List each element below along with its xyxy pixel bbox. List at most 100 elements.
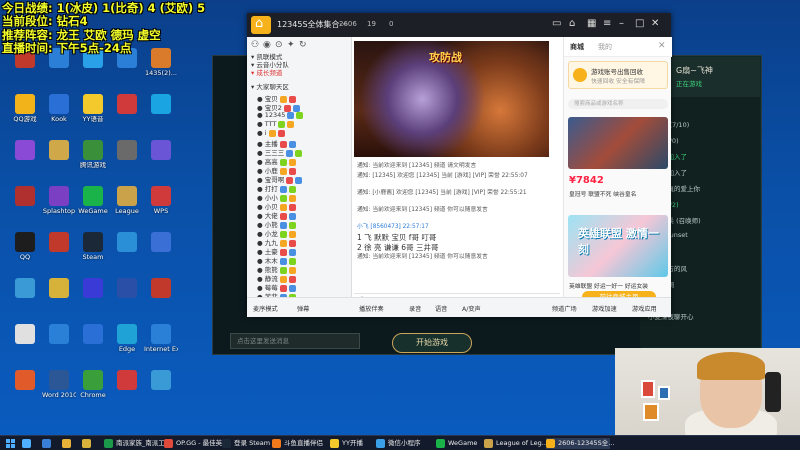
- desktop-app-icon[interactable]: [110, 370, 144, 392]
- video-icon[interactable]: ▭: [552, 18, 561, 29]
- desktop-app-icon[interactable]: [144, 370, 178, 392]
- close-icon[interactable]: ✕: [651, 18, 659, 29]
- channel-user[interactable]: ● 打打: [257, 183, 296, 193]
- account-trade-banner[interactable]: 游戏账号出售回收 快速回收 安全有保障: [568, 61, 668, 89]
- channel-user[interactable]: ● 熊熊: [257, 264, 296, 274]
- channel-user[interactable]: ● 三三三: [257, 147, 303, 157]
- channel-group[interactable]: ▾ 大家聊天区: [251, 81, 289, 91]
- taskbar-app[interactable]: 登录 Steam: [222, 438, 270, 449]
- gift-icon[interactable]: ✦: [287, 40, 295, 50]
- desktop-app-icon[interactable]: [76, 324, 110, 346]
- channel-user[interactable]: ● 土豪: [257, 246, 296, 256]
- desktop-app-icon[interactable]: [8, 324, 42, 346]
- channel-user[interactable]: ● 小龙: [257, 228, 296, 238]
- desktop-app-icon[interactable]: QQ: [8, 232, 42, 261]
- desktop-app-icon[interactable]: QQ游戏: [8, 94, 42, 123]
- toolbar-item[interactable]: 游戏加速: [592, 304, 617, 313]
- start-game-button[interactable]: 开始游戏: [392, 333, 472, 353]
- desktop-app-icon[interactable]: League: [110, 186, 144, 215]
- desktop-app-icon[interactable]: [42, 232, 76, 254]
- taskbar-app[interactable]: WeGame: [436, 438, 482, 449]
- desktop-app-icon[interactable]: [110, 140, 144, 162]
- minimize-icon[interactable]: –: [619, 18, 624, 29]
- desktop-app-icon[interactable]: Chrome: [76, 370, 110, 399]
- home-icon[interactable]: [251, 16, 271, 34]
- taskbar-app[interactable]: 南派家族_南派工...: [104, 438, 171, 449]
- tab-shop[interactable]: 商城: [570, 42, 584, 52]
- channel-user[interactable]: ● 高高: [257, 156, 296, 166]
- windows-start-icon[interactable]: [6, 439, 16, 449]
- promo-banner[interactable]: 英雄联盟 激情一刻: [568, 215, 668, 277]
- toolbar-item[interactable]: 播放伴奏: [359, 304, 384, 313]
- game-icon[interactable]: ▦: [587, 18, 596, 29]
- desktop-app-icon[interactable]: Edge: [110, 324, 144, 353]
- taskbar-app[interactable]: 2606-12345S全...: [546, 438, 614, 449]
- menu-icon[interactable]: ≡: [603, 18, 611, 29]
- channel-user[interactable]: ● i: [257, 129, 285, 138]
- user-icon[interactable]: ⚇: [251, 40, 259, 50]
- home-nav-icon[interactable]: ⌂: [569, 18, 575, 29]
- channel-user[interactable]: ● 木木: [257, 255, 296, 265]
- desktop-app-icon[interactable]: [144, 278, 178, 300]
- refresh-icon[interactable]: ↻: [299, 40, 307, 50]
- toolbar-item[interactable]: 游戏应用: [632, 304, 657, 313]
- desktop-app-icon[interactable]: [110, 278, 144, 300]
- desktop-app-icon[interactable]: [144, 94, 178, 116]
- toolbar-item[interactable]: 录音: [409, 304, 421, 313]
- desktop-app-icon[interactable]: 腾讯游戏: [76, 140, 110, 169]
- taskbar-app[interactable]: OP.GG - 最佳英...: [164, 438, 228, 449]
- channel-user[interactable]: ● 静流: [257, 273, 296, 283]
- desktop-app-icon[interactable]: [8, 278, 42, 300]
- maximize-icon[interactable]: □: [635, 18, 644, 29]
- channel-user[interactable]: ● 宝哥啊: [257, 174, 303, 184]
- toolbar-item[interactable]: 弹幕: [297, 304, 309, 313]
- desktop-app-icon[interactable]: [144, 232, 178, 254]
- desktop-app-icon[interactable]: WPS: [144, 186, 178, 215]
- product-card-image[interactable]: [568, 117, 668, 169]
- toolbar-item[interactable]: 频道广场: [552, 304, 577, 313]
- desktop-app-icon[interactable]: Steam: [76, 232, 110, 261]
- taskbar-app[interactable]: [42, 438, 58, 449]
- desktop-app-icon[interactable]: [42, 324, 76, 346]
- taskbar-app[interactable]: 斗鱼直播伴侣: [272, 438, 328, 449]
- desktop-app-icon[interactable]: [8, 140, 42, 162]
- desktop-app-icon[interactable]: WeGame: [76, 186, 110, 215]
- tab-mine[interactable]: 我的: [598, 42, 612, 52]
- product-label[interactable]: 皇冠号 联盟不死 峡谷皇名: [569, 189, 636, 198]
- channel-user[interactable]: ● 12345: [257, 111, 304, 120]
- desktop-app-icon[interactable]: YY语音: [76, 94, 110, 123]
- desktop-app-icon[interactable]: [76, 278, 110, 300]
- taskbar-app[interactable]: [62, 438, 78, 449]
- taskbar-app[interactable]: League of Leg...: [484, 438, 548, 449]
- live-video[interactable]: 攻防战: [354, 41, 549, 157]
- taskbar-app[interactable]: [22, 438, 38, 449]
- toolbar-item[interactable]: 语音: [435, 304, 447, 313]
- desktop-app-icon[interactable]: Splashtop: [42, 186, 76, 215]
- league-chat-input[interactable]: 点击这里发送消息: [230, 333, 360, 349]
- desktop-app-icon[interactable]: Word 2010: [42, 370, 76, 399]
- promo-label[interactable]: 英雄联盟 好运一好一 好运女装: [569, 281, 648, 290]
- desktop-app-icon[interactable]: [8, 370, 42, 392]
- close-panel-icon[interactable]: ✕: [658, 41, 666, 51]
- desktop-app-icon[interactable]: [42, 140, 76, 162]
- channel-user[interactable]: ● 大佬: [257, 210, 296, 220]
- desktop-app-icon[interactable]: [144, 140, 178, 162]
- channel-user[interactable]: ● 小鹿: [257, 165, 296, 175]
- channel-user[interactable]: ● 小小: [257, 192, 296, 202]
- channel-user[interactable]: ● 宝贝: [257, 93, 296, 103]
- taskbar-app[interactable]: YY开播: [330, 438, 374, 449]
- channel-user[interactable]: ● TTT: [257, 120, 295, 129]
- channel-user[interactable]: ● 小熊: [257, 219, 296, 229]
- channel-user[interactable]: ● 九九: [257, 237, 296, 247]
- channel-user[interactable]: ● 主播: [257, 138, 296, 148]
- desktop-app-icon[interactable]: [42, 278, 76, 300]
- channel-user[interactable]: ● 宝贝2: [257, 102, 300, 112]
- desktop-app-icon[interactable]: [110, 232, 144, 254]
- channel-user[interactable]: ● 莓莓: [257, 282, 296, 292]
- channel-group[interactable]: ▾ 成长频道: [251, 67, 282, 77]
- desktop-app-icon[interactable]: [8, 186, 42, 208]
- desktop-app-icon[interactable]: Internet Explorer: [144, 324, 178, 353]
- toolbar-item[interactable]: 麦序模式: [253, 304, 278, 313]
- toolbar-item[interactable]: A/变声: [462, 304, 481, 313]
- shop-search-input[interactable]: 搜索商品或游戏名称: [568, 99, 668, 109]
